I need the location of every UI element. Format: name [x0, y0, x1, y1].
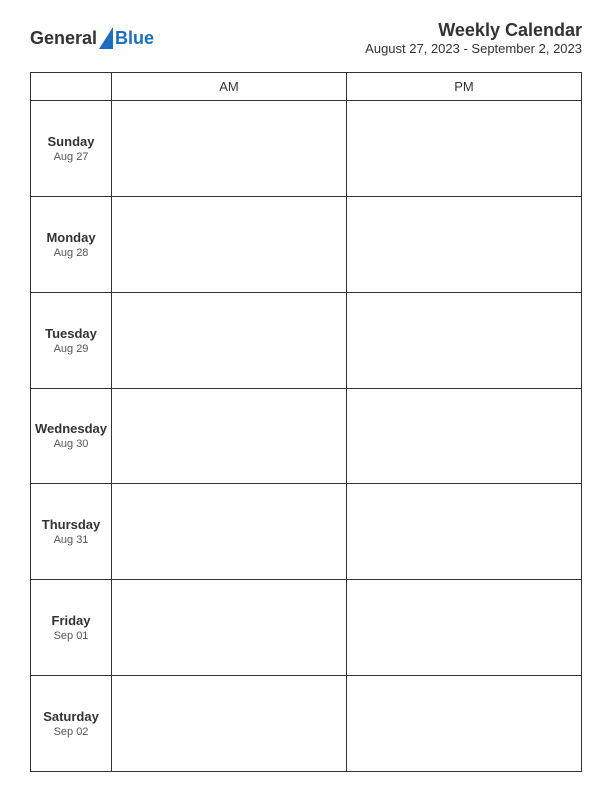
- title-block: Weekly Calendar August 27, 2023 - Septem…: [365, 20, 582, 56]
- pm-cell-thursday[interactable]: [347, 484, 582, 580]
- day-date: Aug 31: [35, 534, 107, 546]
- day-date: Aug 28: [35, 247, 107, 259]
- table-row: Tuesday Aug 29: [31, 292, 582, 388]
- day-date: Sep 01: [35, 630, 107, 642]
- logo-general-text: General: [30, 28, 97, 49]
- table-row: Wednesday Aug 30: [31, 388, 582, 484]
- logo: General Blue: [30, 27, 154, 49]
- col-header-day: [31, 73, 112, 101]
- day-name: Thursday: [35, 517, 107, 532]
- calendar-title: Weekly Calendar: [365, 20, 582, 41]
- table-row: Monday Aug 28: [31, 196, 582, 292]
- day-name: Sunday: [35, 134, 107, 149]
- day-cell-monday: Monday Aug 28: [31, 196, 112, 292]
- am-cell-friday[interactable]: [112, 580, 347, 676]
- day-name: Friday: [35, 613, 107, 628]
- logo-triangle-icon: [99, 27, 113, 49]
- am-cell-monday[interactable]: [112, 196, 347, 292]
- table-row: Sunday Aug 27: [31, 101, 582, 197]
- day-cell-tuesday: Tuesday Aug 29: [31, 292, 112, 388]
- am-cell-sunday[interactable]: [112, 101, 347, 197]
- day-cell-sunday: Sunday Aug 27: [31, 101, 112, 197]
- day-date: Sep 02: [35, 726, 107, 738]
- day-name: Tuesday: [35, 326, 107, 341]
- col-header-pm: PM: [347, 73, 582, 101]
- day-date: Aug 30: [35, 438, 107, 450]
- pm-cell-monday[interactable]: [347, 196, 582, 292]
- day-cell-wednesday: Wednesday Aug 30: [31, 388, 112, 484]
- day-date: Aug 27: [35, 151, 107, 163]
- page: General Blue Weekly Calendar August 27, …: [0, 0, 612, 792]
- table-row: Friday Sep 01: [31, 580, 582, 676]
- day-cell-saturday: Saturday Sep 02: [31, 676, 112, 772]
- table-row: Thursday Aug 31: [31, 484, 582, 580]
- calendar-table: AM PM Sunday Aug 27 Monday Aug 28 Tuesday Aug…: [30, 72, 582, 772]
- am-cell-thursday[interactable]: [112, 484, 347, 580]
- day-name: Monday: [35, 230, 107, 245]
- header: General Blue Weekly Calendar August 27, …: [30, 20, 582, 56]
- pm-cell-sunday[interactable]: [347, 101, 582, 197]
- am-cell-saturday[interactable]: [112, 676, 347, 772]
- pm-cell-wednesday[interactable]: [347, 388, 582, 484]
- day-date: Aug 29: [35, 343, 107, 355]
- logo-blue-text: Blue: [115, 28, 154, 49]
- col-header-am: AM: [112, 73, 347, 101]
- table-row: Saturday Sep 02: [31, 676, 582, 772]
- day-name: Wednesday: [35, 421, 107, 436]
- am-cell-tuesday[interactable]: [112, 292, 347, 388]
- day-cell-friday: Friday Sep 01: [31, 580, 112, 676]
- pm-cell-friday[interactable]: [347, 580, 582, 676]
- date-range: August 27, 2023 - September 2, 2023: [365, 41, 582, 56]
- pm-cell-saturday[interactable]: [347, 676, 582, 772]
- pm-cell-tuesday[interactable]: [347, 292, 582, 388]
- am-cell-wednesday[interactable]: [112, 388, 347, 484]
- day-cell-thursday: Thursday Aug 31: [31, 484, 112, 580]
- day-name: Saturday: [35, 709, 107, 724]
- table-header-row: AM PM: [31, 73, 582, 101]
